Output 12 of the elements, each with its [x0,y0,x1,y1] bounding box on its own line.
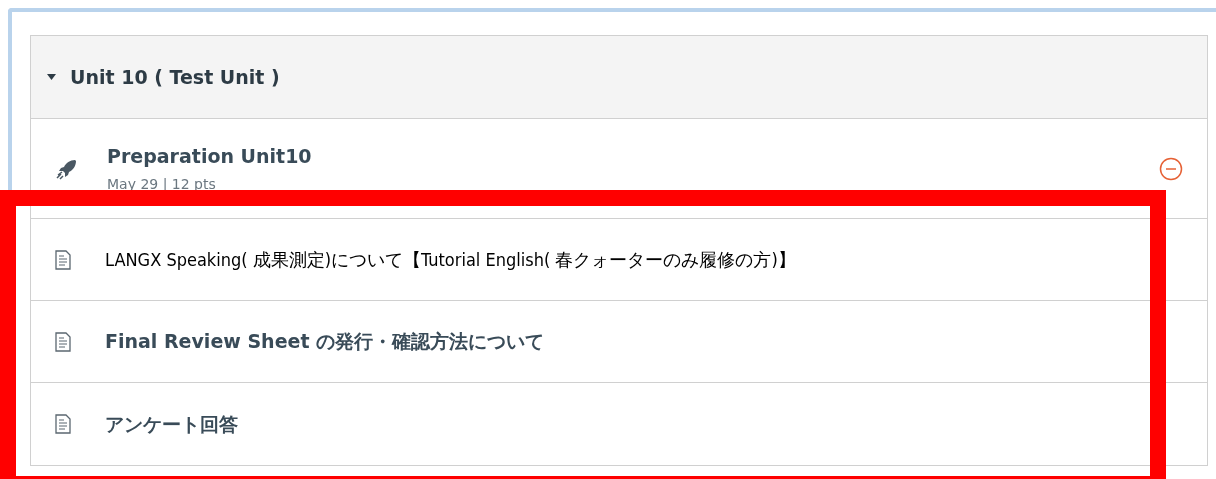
item-title: Final Review Sheet の発行・確認方法について [105,329,546,355]
module-item[interactable]: Final Review Sheet の発行・確認方法について [31,301,1207,383]
document-icon [55,414,71,434]
item-title: LANGX Speaking( 成果測定)について【Tutorial English( 春クォーターのみ履修の方)】 [105,248,797,272]
module-title: Unit 10 ( Test Unit ) [70,64,280,90]
item-title: アンケート回答 [105,411,239,437]
document-icon [55,249,71,270]
module-item[interactable]: LANGX Speaking( 成果測定)について【Tutorial English( 春クォーターのみ履修の方)】 [31,219,1207,301]
item-title: Preparation Unit10 [107,143,313,169]
document-icon [55,331,71,352]
module-item[interactable]: アンケート回答 [31,383,1207,465]
module-header[interactable]: Unit 10 ( Test Unit ) [31,36,1207,119]
